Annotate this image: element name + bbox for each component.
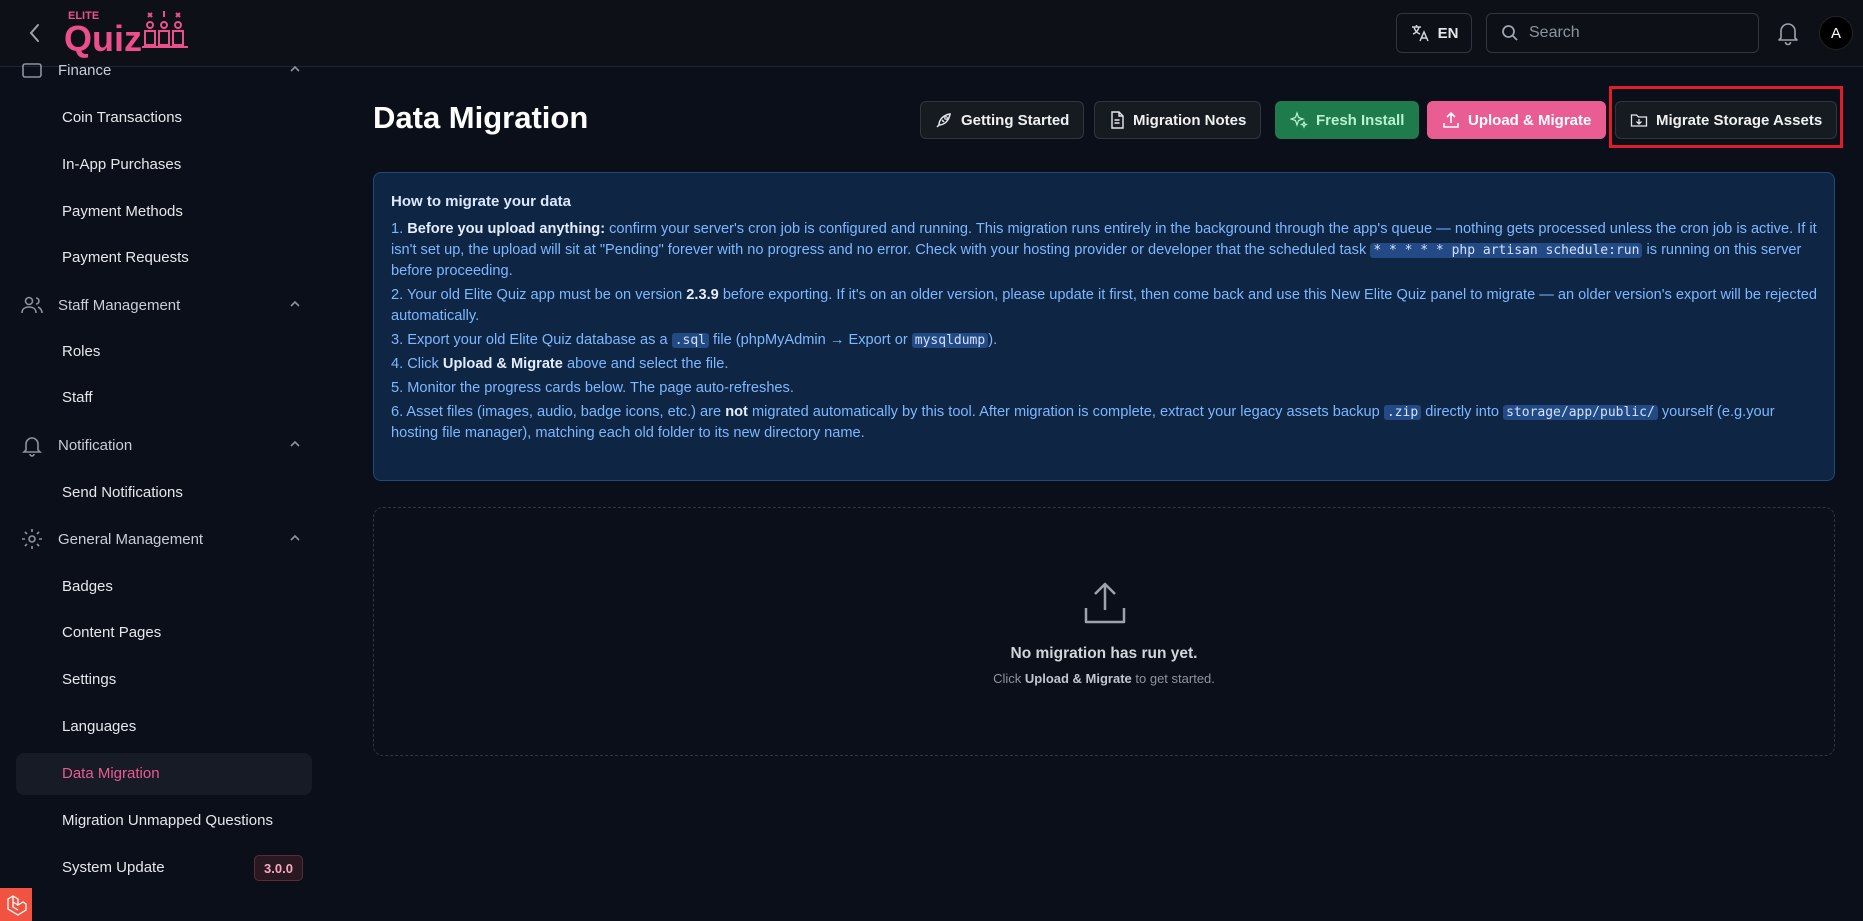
language-code: EN <box>1437 24 1459 42</box>
sidebar-item-languages[interactable]: Languages <box>62 715 136 739</box>
upload-migrate-button[interactable]: Upload & Migrate <box>1427 101 1607 139</box>
instruction-step-1: 1. Before you upload anything: confirm y… <box>391 221 1817 279</box>
getting-started-button[interactable]: Getting Started <box>920 101 1085 139</box>
sidebar-item-data-migration[interactable]: Data Migration <box>62 762 160 786</box>
wallet-icon <box>22 63 42 78</box>
instruction-step-6: 6. Asset files (images, audio, badge ico… <box>391 404 1775 441</box>
getting-started-label: Getting Started <box>961 111 1070 129</box>
instructions-heading: How to migrate your data <box>391 193 572 210</box>
back-chevron-icon[interactable] <box>22 20 48 46</box>
sidebar-group-label: Finance <box>58 61 112 79</box>
sidebar-active-highlight <box>16 753 312 795</box>
sidebar-group-label: Staff Management <box>58 296 181 314</box>
empty-state-panel: No migration has run yet. Click Upload &… <box>373 507 1835 756</box>
sidebar-group-notification[interactable]: Notification <box>20 428 302 462</box>
user-avatar[interactable]: A <box>1819 16 1853 50</box>
cron-command-code: * * * * * php artisan schedule:run <box>1370 243 1643 258</box>
chevron-up-icon <box>290 300 300 307</box>
instruction-step-2: 2. Your old Elite Quiz app must be on ve… <box>391 287 1818 324</box>
notification-bell-icon[interactable] <box>1776 20 1800 46</box>
users-icon <box>21 296 43 314</box>
chevron-up-icon <box>290 65 300 72</box>
upload-icon <box>1443 111 1459 128</box>
sidebar-item-system-update[interactable]: System Update <box>62 856 165 880</box>
instruction-step-3: 3. Export your old Elite Quiz database a… <box>391 332 998 348</box>
instruction-step-4: 4. Click Upload & Migrate above and sele… <box>391 356 729 372</box>
sidebar-item-send-notifications[interactable]: Send Notifications <box>62 481 183 505</box>
language-switch-button[interactable]: EN <box>1396 13 1472 53</box>
sidebar-item-roles[interactable]: Roles <box>62 340 100 364</box>
sidebar-item-payment-requests[interactable]: Payment Requests <box>62 246 189 270</box>
translate-icon <box>1411 25 1429 42</box>
rocket-icon <box>936 113 951 128</box>
sidebar-group-staff-management[interactable]: Staff Management <box>20 288 302 322</box>
chevron-up-icon <box>290 440 300 447</box>
bell-icon <box>22 437 42 457</box>
sidebar-item-in-app-purchases[interactable]: In-App Purchases <box>62 153 181 177</box>
sidebar-item-badges[interactable]: Badges <box>62 575 113 599</box>
search-box[interactable] <box>1486 13 1759 53</box>
fresh-install-button[interactable]: Fresh Install <box>1275 101 1420 139</box>
instruction-step-5: 5. Monitor the progress cards below. The… <box>391 380 794 396</box>
search-input[interactable] <box>1529 24 1729 42</box>
chevron-up-icon <box>290 534 300 541</box>
sidebar-item-payment-methods[interactable]: Payment Methods <box>62 200 183 224</box>
fresh-install-label: Fresh Install <box>1316 111 1405 129</box>
sidebar-item-content-pages[interactable]: Content Pages <box>62 621 161 645</box>
laravel-icon[interactable] <box>0 888 32 921</box>
sidebar-group-general-management[interactable]: General Management <box>20 522 302 556</box>
sidebar-group-finance[interactable]: Finance <box>20 53 302 87</box>
document-icon <box>1111 111 1124 129</box>
empty-state-title: No migration has run yet. <box>1010 645 1198 662</box>
page-title: Data Migration <box>373 100 589 135</box>
migration-notes-label: Migration Notes <box>1133 111 1247 129</box>
migration-instructions: How to migrate your data 1. Before you u… <box>373 172 1835 481</box>
sidebar-item-migration-unmapped-questions[interactable]: Migration Unmapped Questions <box>62 809 273 833</box>
upload-migrate-label: Upload & Migrate <box>1468 111 1592 129</box>
sidebar-item-coin-transactions[interactable]: Coin Transactions <box>62 106 182 130</box>
sidebar-group-label: Notification <box>58 436 133 454</box>
empty-state-subtitle: Click Upload & Migrate to get started. <box>993 671 1215 686</box>
upload-icon <box>1084 582 1126 624</box>
gear-icon <box>22 529 42 549</box>
sidebar-item-settings[interactable]: Settings <box>62 668 116 692</box>
sparkles-icon <box>1290 111 1308 129</box>
version-badge: 3.0.0 <box>254 855 303 881</box>
sidebar-item-staff[interactable]: Staff <box>62 386 93 410</box>
search-icon <box>1502 25 1518 41</box>
sidebar-group-label: General Management <box>58 530 204 548</box>
migration-notes-button[interactable]: Migration Notes <box>1094 101 1262 139</box>
highlight-box <box>1609 86 1843 148</box>
